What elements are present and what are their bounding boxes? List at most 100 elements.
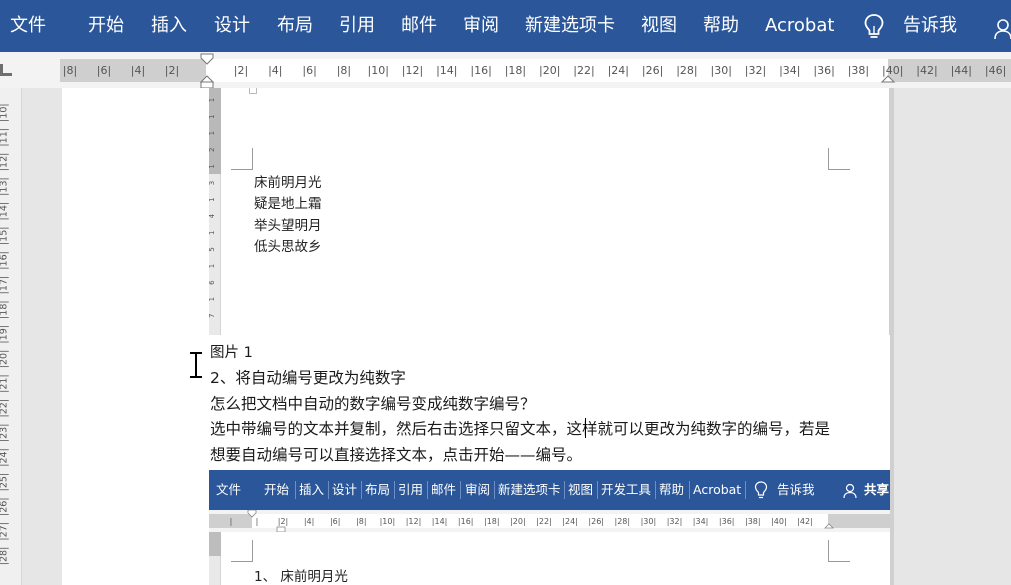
poem-line: 疑是地上霜: [254, 196, 322, 212]
ruler-tick-label: 1: [209, 231, 216, 235]
tab-layout[interactable]: 布局: [277, 14, 313, 38]
ruler-tick-label: |26|: [588, 517, 604, 526]
ruler-tick-label: |2|: [234, 64, 248, 77]
embedded-horizontal-ruler: |2| |4| |6| |8| |10| |12| |14| |16| |18| |20| |22|…: [209, 510, 890, 532]
ruler-tick-label: |38|: [745, 517, 761, 526]
ruler-tick-label: |8|: [337, 64, 351, 77]
ruler-tick-label: |23|: [0, 424, 10, 443]
tab-file[interactable]: 文件: [10, 14, 46, 38]
ruler-tick-label: |24|: [0, 448, 10, 467]
horizontal-ruler[interactable]: |8| |6| |4| |2| |2| |4| |6| |8| |10| |12| |14| |16|…: [0, 52, 1011, 88]
tab-stop-icon: [0, 64, 12, 76]
ruler-tick-label: |27|: [0, 522, 10, 541]
ruler-tick-label: |12|: [406, 517, 422, 526]
embedded-tab: 邮件: [431, 482, 457, 497]
ruler-tick-label: |: [256, 517, 259, 526]
vertical-ruler[interactable]: |10| |11| |12| |13| |14| |15| |16| |17| |18| |19|…: [0, 88, 22, 585]
paragraph-text-before-cursor: 选中带编号的文本并复制，然后右击选择只留文本: [210, 420, 552, 438]
ruler-tick-label: |38|: [848, 64, 869, 77]
ibeam-cursor-icon: [190, 352, 202, 378]
ruler-tick-label: 1: [209, 264, 216, 268]
embedded-tab: 设计: [332, 482, 358, 497]
ruler-tick-label: 4: [209, 213, 216, 218]
tab-review[interactable]: 审阅: [463, 14, 499, 38]
ruler-tick-label: 1: [209, 197, 216, 201]
ruler-tick-label: |25|: [0, 473, 10, 492]
embedded-vertical-ruler: 1 1 1 2 1 3 1 4 1 5 1 6 1 7: [209, 88, 221, 335]
ruler-tick-label: |16|: [470, 64, 491, 77]
crop-mark: [828, 148, 850, 170]
ruler-tick-label: |22|: [536, 517, 552, 526]
ruler-tick-label: |36|: [813, 64, 834, 77]
page-edge: [890, 88, 894, 585]
ruler-tick-label: |20|: [510, 517, 526, 526]
ruler-tick-label: |22|: [0, 399, 10, 418]
ruler-tick-label: |6|: [302, 64, 316, 77]
ruler-tick-label: |40|: [882, 64, 903, 77]
ruler-tick-label: |22|: [573, 64, 594, 77]
ruler-tick-label: |14|: [436, 64, 457, 77]
ruler-tick-label: |19|: [0, 325, 10, 344]
person-icon[interactable]: [994, 18, 1011, 40]
ruler-tick-label: |36|: [719, 517, 735, 526]
embedded-share: 共享: [864, 482, 890, 497]
ruler-tick-label: |40|: [771, 517, 787, 526]
ruler-tick-label: |4|: [304, 517, 314, 526]
ruler-tick-label: 3: [209, 181, 216, 185]
ruler-tick-label: |42|: [916, 64, 937, 77]
ruler-tick-label: 1: [209, 164, 216, 168]
ruler-tick-label: |18|: [0, 300, 10, 319]
poem-line: 低头思故乡: [254, 239, 322, 255]
ruler-tick-label: |30|: [710, 64, 731, 77]
paragraph-text-after-cursor: ，这样就可以更改为纯数字的编号，若是: [551, 420, 831, 438]
ruler-tick-label: |18|: [505, 64, 526, 77]
ruler-tick-label: |: [230, 517, 233, 526]
poem-line: 床前明月光: [254, 175, 322, 191]
embedded-tab: 引用: [398, 482, 424, 497]
tab-help[interactable]: 帮助: [703, 14, 739, 38]
section-heading: 2、将自动编号更改为纯数字: [210, 369, 406, 387]
embedded-tab: 视图: [568, 482, 594, 497]
ruler-tick-label: |24|: [608, 64, 629, 77]
crop-mark: [231, 148, 253, 170]
embedded-tab: 文件: [216, 482, 242, 497]
person-icon: [843, 483, 857, 499]
tell-me-label[interactable]: 告诉我: [903, 14, 957, 38]
embedded-tab: 新建选项卡: [498, 482, 561, 497]
ruler-tick-label: 7: [209, 314, 216, 318]
ruler-tick-label: |14|: [0, 202, 10, 221]
ruler-tick-label: |17|: [0, 276, 10, 295]
embedded-tab: 帮助: [659, 482, 685, 497]
tab-new-tab[interactable]: 新建选项卡: [525, 14, 615, 38]
tab-design[interactable]: 设计: [214, 14, 250, 38]
ruler-tick-label: |28|: [0, 547, 10, 566]
ruler-tick-label: |16|: [458, 517, 474, 526]
paragraph-line: 想要自动编号可以直接选择文本，点击开始——编号。: [210, 446, 583, 464]
ruler-tick-label: |2|: [165, 64, 179, 77]
paragraph-line: 选中带编号的文本并复制，然后右击选择只留文本，这样就可以更改为纯数字的编号，若是: [210, 418, 830, 440]
ruler-tick-label: |32|: [667, 517, 683, 526]
tab-insert[interactable]: 插入: [151, 14, 187, 38]
ruler-tick-label: 1: [209, 131, 216, 135]
ruler-tick-label: |34|: [693, 517, 709, 526]
tab-mailings[interactable]: 邮件: [401, 14, 437, 38]
tab-view[interactable]: 视图: [641, 14, 677, 38]
tab-home[interactable]: 开始: [88, 14, 124, 38]
embedded-tell-me: 告诉我: [777, 482, 815, 497]
embedded-tab: 布局: [365, 482, 391, 497]
ruler-tick-label: |34|: [779, 64, 800, 77]
lightbulb-icon[interactable]: [862, 13, 886, 41]
ruler-tick-label: |30|: [641, 517, 657, 526]
ruler-tick-label: 1: [209, 297, 216, 301]
ruler-tick-label: 6: [209, 280, 216, 285]
ruler-tick-label: |4|: [131, 64, 145, 77]
ruler-tick-label: |12|: [402, 64, 423, 77]
tab-acrobat[interactable]: Acrobat: [765, 14, 834, 38]
text-cursor: [585, 418, 586, 438]
ruler-tick-label: |6|: [330, 517, 340, 526]
tab-references[interactable]: 引用: [339, 14, 375, 38]
embedded-tab: 审阅: [465, 482, 491, 497]
ruler-tick-label: |10|: [380, 517, 396, 526]
embedded-tab: 开始: [264, 482, 290, 497]
ruler-tick-label: |8|: [356, 517, 366, 526]
